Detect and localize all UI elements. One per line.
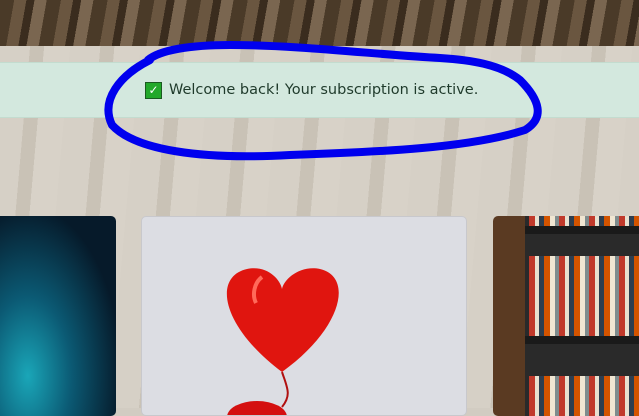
books-row	[529, 256, 639, 336]
banner-message: Welcome back! Your subscription is activ…	[169, 82, 479, 98]
success-banner: ✓ Welcome back! Your subscription is act…	[0, 62, 639, 118]
card-night-sky[interactable]	[0, 216, 116, 416]
books-row	[529, 376, 639, 416]
hero-background	[0, 0, 639, 46]
shelf	[525, 226, 639, 234]
heart-balloons-image	[226, 268, 339, 415]
card-heart-balloons[interactable]	[141, 216, 467, 416]
books-row	[529, 216, 639, 226]
check-mark-icon: ✓	[145, 81, 162, 99]
shelf	[525, 336, 639, 344]
card-bookshelf[interactable]	[493, 216, 639, 416]
